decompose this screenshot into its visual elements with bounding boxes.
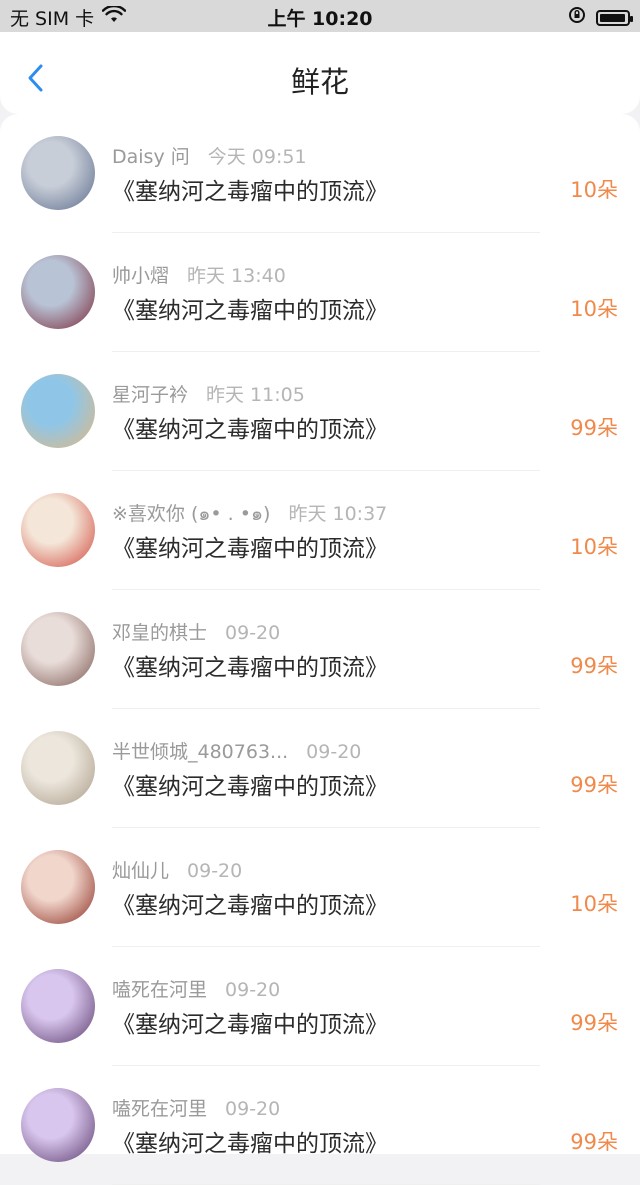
book-title: 《塞纳河之毒瘤中的顶流》: [112, 536, 388, 562]
user-name: 邓皇的棋士: [112, 622, 208, 644]
timestamp: 昨天 13:40: [187, 265, 286, 287]
list-item-meta: Daisy 问今天 09:51: [112, 142, 307, 169]
avatar[interactable]: [21, 255, 95, 329]
user-name: 半世倾城_480763...: [112, 741, 289, 763]
list-item[interactable]: 邓皇的棋士 09-20 《塞纳河之毒瘤中的顶流》 99朵: [0, 590, 640, 709]
book-title: 《塞纳河之毒瘤中的顶流》: [112, 655, 388, 681]
flower-amount: 99朵: [570, 773, 618, 797]
battery-icon: [596, 9, 633, 26]
book-title: 《塞纳河之毒瘤中的顶流》: [112, 774, 388, 800]
status-bar: 无 SIM 卡 上午 10:20: [0, 0, 640, 32]
avatar[interactable]: [21, 493, 95, 567]
flower-amount: 99朵: [570, 416, 618, 440]
timestamp: 09-20: [306, 741, 362, 763]
status-time: 上午 10:20: [267, 8, 373, 30]
user-name: 星河子衿: [112, 384, 189, 406]
timestamp: 09-20: [225, 979, 281, 1001]
page-title: 鲜花: [290, 65, 349, 99]
flower-amount: 10朵: [570, 178, 618, 202]
book-title: 《塞纳河之毒瘤中的顶流》: [112, 1131, 388, 1157]
list-item-meta: 灿仙儿 09-20: [112, 856, 242, 883]
list-item-meta: 帅小熠 昨天 13:40: [112, 261, 286, 288]
avatar[interactable]: [21, 969, 95, 1043]
avatar[interactable]: [21, 612, 95, 686]
timestamp: 09-20: [225, 622, 281, 644]
flower-amount: 99朵: [570, 654, 618, 678]
avatar[interactable]: [21, 1088, 95, 1162]
list-item[interactable]: 嗑死在河里 09-20 《塞纳河之毒瘤中的顶流》 99朵: [0, 947, 640, 1066]
flower-amount: 10朵: [570, 535, 618, 559]
list-item-meta: ※喜欢你 (๑• . •๑) 昨天 10:37: [112, 499, 387, 529]
avatar[interactable]: [21, 850, 95, 924]
list-item[interactable]: 灿仙儿 09-20 《塞纳河之毒瘤中的顶流》 10朵: [0, 828, 640, 947]
flower-amount: 10朵: [570, 892, 618, 916]
flower-amount: 10朵: [570, 297, 618, 321]
navigation-bar: 鲜花: [0, 32, 640, 114]
list-item-meta: 半世倾城_480763... 09-20: [112, 737, 361, 764]
user-name: Daisy 问: [112, 146, 190, 168]
book-title: 《塞纳河之毒瘤中的顶流》: [112, 1012, 388, 1038]
flower-list: Daisy 问今天 09:51 《塞纳河之毒瘤中的顶流》 10朵 帅小熠 昨天 13:4…: [0, 114, 640, 1185]
avatar[interactable]: [21, 374, 95, 448]
timestamp: 今天 09:51: [207, 146, 307, 168]
user-name: 嗑死在河里: [112, 979, 208, 1001]
book-title: 《塞纳河之毒瘤中的顶流》: [112, 417, 388, 443]
book-title: 《塞纳河之毒瘤中的顶流》: [112, 893, 388, 919]
list-item-meta: 邓皇的棋士 09-20: [112, 618, 280, 645]
list-item-meta: 嗑死在河里 09-20: [112, 975, 280, 1002]
user-name: 灿仙儿: [112, 860, 170, 882]
timestamp: 昨天 10:37: [288, 503, 388, 525]
list-item-meta: 星河子衿 昨天 11:05: [112, 380, 305, 407]
timestamp: 09-20: [187, 860, 243, 882]
list-item-meta: 嗑死在河里 09-20: [112, 1094, 280, 1121]
list-item[interactable]: 嗑死在河里 09-20 《塞纳河之毒瘤中的顶流》 99朵: [0, 1066, 640, 1185]
list-item[interactable]: 半世倾城_480763... 09-20 《塞纳河之毒瘤中的顶流》 99朵: [0, 709, 640, 828]
book-title: 《塞纳河之毒瘤中的顶流》: [112, 179, 388, 205]
avatar[interactable]: [21, 136, 95, 210]
flower-amount: 99朵: [570, 1011, 618, 1035]
orientation-lock-icon: [568, 6, 586, 29]
flower-amount: 99朵: [570, 1130, 618, 1154]
list-item[interactable]: ※喜欢你 (๑• . •๑) 昨天 10:37 《塞纳河之毒瘤中的顶流》 10朵: [0, 471, 640, 590]
list-item[interactable]: 星河子衿 昨天 11:05 《塞纳河之毒瘤中的顶流》 99朵: [0, 352, 640, 471]
avatar[interactable]: [21, 731, 95, 805]
user-name: 嗑死在河里: [112, 1098, 208, 1120]
timestamp: 昨天 11:05: [206, 384, 305, 406]
user-name: 帅小熠: [112, 265, 170, 287]
user-name: ※喜欢你 (๑• . •๑): [112, 503, 271, 525]
list-item[interactable]: Daisy 问今天 09:51 《塞纳河之毒瘤中的顶流》 10朵: [0, 114, 640, 233]
timestamp: 09-20: [225, 1098, 281, 1120]
list-item[interactable]: 帅小熠 昨天 13:40 《塞纳河之毒瘤中的顶流》 10朵: [0, 233, 640, 352]
status-bar-right: [568, 6, 633, 29]
book-title: 《塞纳河之毒瘤中的顶流》: [112, 298, 388, 324]
